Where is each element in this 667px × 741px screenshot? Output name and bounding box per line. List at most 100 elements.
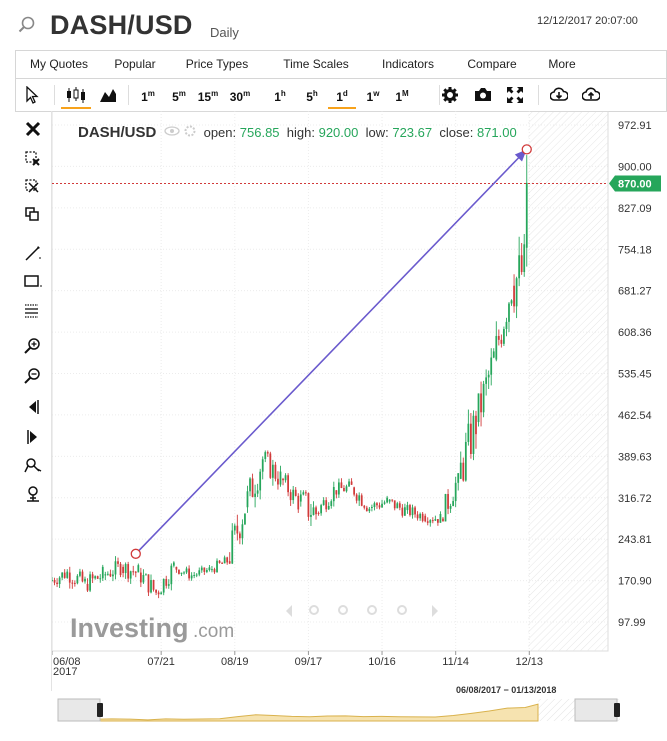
y-tick-label: 972.91: [618, 120, 652, 132]
legend-symbol: DASH/USD: [78, 124, 157, 141]
camera-icon[interactable]: [474, 87, 492, 102]
candle: [426, 517, 429, 526]
timeframe-5m[interactable]: 5m: [165, 79, 193, 111]
candle: [178, 569, 180, 575]
y-axis: 972.91 900.00 827.09 754.18 681.27 608.36 535.…: [609, 120, 661, 629]
candle: [294, 487, 297, 497]
menu-time-scales[interactable]: Time Scales: [266, 51, 366, 78]
gridlines: [52, 111, 609, 652]
candle: [429, 519, 432, 527]
candle: [335, 490, 338, 499]
visibility-settings-icon[interactable]: [164, 125, 198, 137]
range-navigator[interactable]: 06/08/2017 − 01/13/2018: [15, 685, 665, 730]
candle: [454, 476, 457, 508]
candle: [152, 579, 155, 592]
candle: [340, 478, 343, 489]
candle: [254, 484, 256, 508]
candle: [228, 552, 231, 565]
candle: [414, 505, 416, 518]
zoom-out-icon[interactable]: [23, 367, 43, 387]
candle: [348, 478, 350, 488]
legend-close-value: 871.00: [476, 125, 517, 140]
zoom-in-icon[interactable]: [23, 337, 43, 357]
candle: [510, 299, 513, 306]
legend-low-label: low:: [365, 125, 389, 140]
settings-gear-icon[interactable]: [442, 87, 458, 103]
candlestick-type-button[interactable]: [61, 79, 91, 109]
timeframe-1w[interactable]: 1w: [359, 79, 387, 111]
trendline-start-handle[interactable]: [130, 548, 141, 559]
menu-my-quotes[interactable]: My Quotes: [16, 51, 102, 78]
candle: [213, 567, 216, 574]
cloud-upload-icon[interactable]: [582, 87, 600, 102]
scroll-left-icon[interactable]: [23, 397, 43, 417]
timeframe-1M[interactable]: 1M: [388, 79, 416, 111]
cursor-icon[interactable]: [24, 86, 40, 104]
candle: [406, 501, 409, 514]
timeframe-1d[interactable]: 1d: [328, 79, 356, 109]
delete-drawings-icon[interactable]: [23, 149, 43, 169]
magnet-icon[interactable]: [23, 457, 43, 477]
close-icon[interactable]: [23, 119, 43, 139]
navigator-right-handle[interactable]: [614, 703, 620, 717]
candle: [317, 511, 320, 516]
timeframe-30m[interactable]: 30m: [226, 79, 254, 111]
trendline-end-handle[interactable]: [521, 144, 532, 155]
menu-indicators[interactable]: Indicators: [366, 51, 450, 78]
clone-icon[interactable]: [23, 205, 43, 225]
menu-price-types[interactable]: Price Types: [168, 51, 266, 78]
timeframe-number: 15: [197, 90, 212, 104]
candle: [132, 565, 135, 576]
candle: [109, 569, 112, 578]
candle: [434, 515, 437, 522]
timeframe-number: 30: [229, 90, 244, 104]
candle: [165, 575, 168, 589]
trend-line-tool-icon[interactable]: [23, 243, 43, 263]
search-icon[interactable]: [18, 16, 36, 34]
candle: [261, 456, 264, 480]
x-tick-label: 10/16: [368, 656, 396, 668]
scroll-right-icon[interactable]: [23, 427, 43, 447]
candle: [84, 576, 86, 584]
timeframe-5h[interactable]: 5h: [298, 79, 326, 111]
candle: [345, 484, 348, 493]
candle: [492, 348, 495, 359]
timeframe-15m[interactable]: 15m: [194, 79, 222, 111]
candle: [264, 450, 267, 463]
fibonacci-tool-icon[interactable]: [23, 301, 43, 321]
cloud-download-icon[interactable]: [550, 87, 568, 102]
candle: [279, 465, 282, 487]
candle: [513, 274, 515, 313]
price-chart[interactable]: Investing .com 972.91 900.00 827.09 754.18 6…: [52, 111, 662, 691]
reset-zoom-icon[interactable]: [23, 485, 43, 505]
ohlc-legend: DASH/USD open: 756.85 high: 920.00 low: …: [78, 124, 517, 141]
navigator-left-handle[interactable]: [97, 703, 103, 717]
menu-compare[interactable]: Compare: [450, 51, 534, 78]
hide-drawings-icon[interactable]: [23, 177, 43, 197]
legend-low-value: 723.67: [392, 125, 433, 140]
legend-open-value: 756.85: [239, 125, 280, 140]
y-tick-label: 462.54: [618, 410, 652, 422]
candle: [89, 571, 91, 593]
timeframe-number: 1: [274, 90, 281, 104]
fullscreen-icon[interactable]: [507, 87, 523, 103]
candle: [409, 503, 411, 517]
y-tick-label: 170.90: [618, 576, 652, 588]
timeframe-1m[interactable]: 1m: [134, 79, 162, 111]
menu-more[interactable]: More: [534, 51, 590, 78]
area-chart-icon[interactable]: [100, 88, 116, 102]
candle: [398, 501, 401, 511]
drawing-tools-panel: [15, 111, 52, 691]
rectangle-tool-icon[interactable]: [23, 271, 43, 291]
timeframe-1h[interactable]: 1h: [266, 79, 294, 111]
candle: [183, 571, 185, 575]
candle: [487, 370, 490, 390]
candle: [122, 564, 124, 578]
candle: [518, 236, 521, 287]
candle: [221, 561, 223, 564]
candle: [442, 517, 444, 522]
candle: [200, 565, 203, 573]
candle: [322, 497, 325, 506]
candle: [175, 566, 178, 573]
menu-popular[interactable]: Popular: [102, 51, 168, 78]
